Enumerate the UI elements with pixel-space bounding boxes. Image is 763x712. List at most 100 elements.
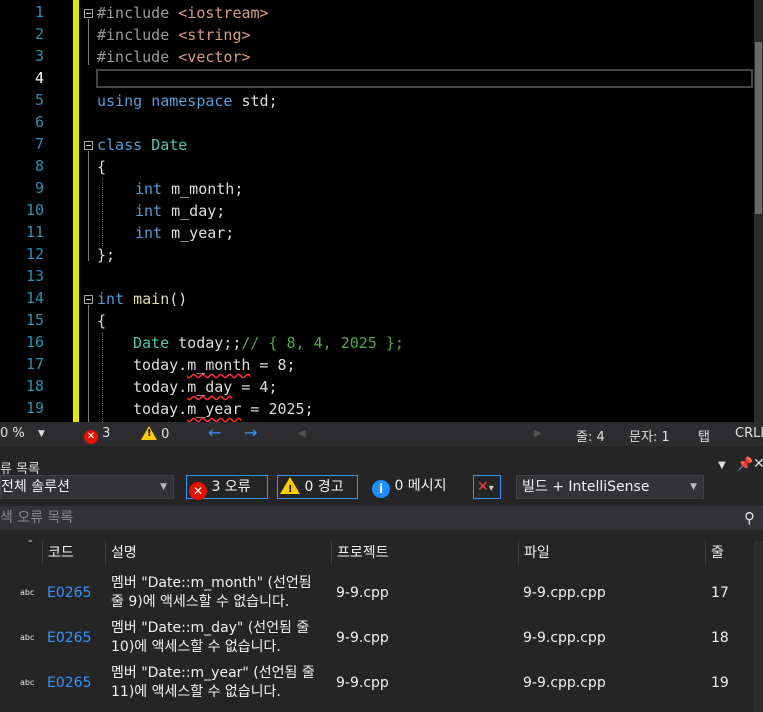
line-number: 10: [25, 201, 44, 219]
code-line[interactable]: Date today;;// { 8, 4, 2025 };: [133, 332, 404, 354]
line-number: 7: [34, 135, 44, 153]
line-number: 16: [25, 333, 44, 351]
errors-filter-button[interactable]: ✕ 3 오류: [186, 475, 268, 500]
code-line[interactable]: #include <iostream>: [97, 2, 269, 24]
scroll-left-icon[interactable]: ◀: [298, 428, 306, 439]
error-code-link[interactable]: E0265: [47, 615, 91, 660]
comment: // { 8, 4, 2025 };: [241, 334, 404, 352]
line-ending[interactable]: CRLF: [735, 426, 763, 441]
code-text: std;: [232, 92, 278, 110]
messages-filter-button[interactable]: i 0 메시지: [372, 475, 446, 499]
code-line[interactable]: {: [97, 156, 106, 178]
table-row[interactable]: abc E0265 멤버 "Date::m_day" (선언됨 줄 10)에 액세…: [0, 615, 763, 660]
table-row[interactable]: abc E0265 멤버 "Date::m_year" (선언됨 줄 11)에 액…: [0, 660, 763, 705]
line-number: 15: [25, 311, 44, 329]
indent-guide: [102, 178, 103, 248]
error-list-search[interactable]: 색 오류 목록 ⚲: [0, 506, 763, 530]
line-number: 19: [25, 399, 44, 417]
column-header-file[interactable]: 파일: [518, 541, 705, 565]
code-line[interactable]: int m_year;: [135, 222, 234, 244]
line-number: 6: [34, 113, 44, 131]
code-line[interactable]: #include <vector>: [97, 46, 251, 68]
error-squiggle[interactable]: m_month: [187, 356, 250, 374]
file-cell: 9-9.cpp.cpp: [523, 674, 606, 691]
error-indicator[interactable]: ✕ 3: [84, 426, 110, 444]
code-line[interactable]: using namespace std;: [97, 90, 278, 112]
pin-icon[interactable]: 📌: [737, 457, 753, 472]
code-editor[interactable]: 1 2 3 4 5 6 7 8 9 10 11 12 13 14 15 16 1…: [0, 0, 763, 422]
intellisense-error-icon: abc: [20, 678, 35, 687]
close-icon[interactable]: ✕: [753, 456, 763, 472]
code-line[interactable]: {: [97, 310, 106, 332]
navigate-back-icon[interactable]: ←: [208, 423, 221, 442]
navigate-forward-icon[interactable]: →: [244, 423, 257, 442]
filter-clear-icon[interactable]: ✕▾: [473, 475, 501, 499]
panel-menu-icon[interactable]: ▼: [718, 460, 726, 471]
code-line[interactable]: #include <string>: [97, 24, 251, 46]
warnings-filter-label: 0 경고: [304, 479, 344, 495]
scope-dropdown[interactable]: 전체 솔루션 ▼: [0, 475, 174, 499]
vertical-scrollbar[interactable]: [754, 541, 763, 712]
vertical-scrollbar[interactable]: [754, 0, 763, 422]
messages-filter-label: 0 메시지: [394, 478, 447, 494]
keyword: namespace: [151, 92, 233, 110]
collapse-icon[interactable]: [84, 295, 93, 304]
table-row[interactable]: abc E0265 멤버 "Date::m_month" (선언됨 줄 9)에 액…: [0, 570, 763, 615]
code-line[interactable]: today.m_year = 2025;: [133, 398, 314, 420]
warning-icon: [280, 477, 300, 501]
line-number: 12: [25, 245, 44, 263]
column-header-project[interactable]: 프로젝트: [331, 541, 518, 565]
intellisense-error-icon: abc: [20, 588, 35, 597]
scrollbar-thumb[interactable]: [755, 42, 762, 214]
preprocessor: #include: [97, 48, 179, 66]
line-number: 11: [25, 223, 44, 241]
sort-filter-icon[interactable]: ⁼: [28, 539, 33, 549]
code-line[interactable]: int m_day;: [135, 200, 225, 222]
zoom-level[interactable]: 0 %: [0, 426, 25, 441]
code-text: today.: [133, 356, 188, 374]
warning-count: 0: [161, 427, 170, 442]
project-cell: 9-9.cpp: [336, 674, 389, 691]
build-filter-dropdown[interactable]: 빌드 + IntelliSense ▼: [516, 475, 704, 499]
collapse-icon[interactable]: [84, 9, 93, 18]
code-line[interactable]: class Date: [97, 134, 187, 156]
include-path: <iostream>: [178, 4, 269, 22]
type-name: Date: [133, 334, 170, 352]
build-filter-value: 빌드 + IntelliSense: [522, 479, 650, 495]
error-code-link[interactable]: E0265: [47, 570, 91, 615]
code-text: m_month;: [162, 180, 244, 198]
indent-mode[interactable]: 탭: [698, 426, 710, 445]
line-indicator: 줄: 4: [576, 430, 605, 445]
panel-title-bar: 류 목록 ▼ 📌 ✕: [0, 446, 763, 477]
warnings-filter-button[interactable]: 0 경고: [277, 475, 358, 501]
collapse-icon[interactable]: [84, 141, 93, 150]
code-line[interactable]: int m_month;: [135, 178, 243, 200]
line-number: 14: [25, 289, 44, 307]
description-line: 멤버 "Date::m_day" (선언됨 줄: [111, 619, 310, 636]
code-line[interactable]: };: [97, 244, 115, 266]
error-squiggle[interactable]: m_year: [187, 400, 241, 418]
code-line[interactable]: today.m_day = 4;: [133, 376, 278, 398]
description-line: 멤버 "Date::m_year" (선언됨 줄: [111, 664, 315, 681]
search-icon[interactable]: ⚲: [744, 506, 755, 530]
line-number: 9: [34, 179, 44, 197]
error-code-link[interactable]: E0265: [47, 660, 91, 705]
preprocessor: #include: [97, 4, 179, 22]
line-number-current: 4: [34, 69, 44, 87]
column-header-description[interactable]: 설명: [105, 541, 331, 565]
indent-guide: [102, 332, 103, 422]
keyword: int: [135, 224, 163, 242]
code-line[interactable]: int main(): [97, 288, 187, 310]
scroll-right-icon[interactable]: ▶: [534, 428, 542, 439]
keyword: int: [135, 180, 163, 198]
code-line[interactable]: today.m_month = 8;: [133, 354, 296, 376]
error-squiggle[interactable]: m_day: [187, 378, 232, 396]
column-header-line[interactable]: 줄: [705, 541, 750, 565]
warning-indicator[interactable]: 0: [141, 426, 169, 442]
column-indicator: 문자: 1: [629, 430, 670, 445]
error-description: 멤버 "Date::m_day" (선언됨 줄 10)에 액세스할 수 없습니다.: [111, 619, 309, 657]
line-number-gutter: 1 2 3 4 5 6 7 8 9 10 11 12 13 14 15 16 1…: [0, 0, 72, 422]
column-header-code[interactable]: 코드: [42, 541, 105, 565]
chevron-down-icon[interactable]: ▼: [38, 429, 45, 439]
code-text: (): [169, 290, 188, 308]
